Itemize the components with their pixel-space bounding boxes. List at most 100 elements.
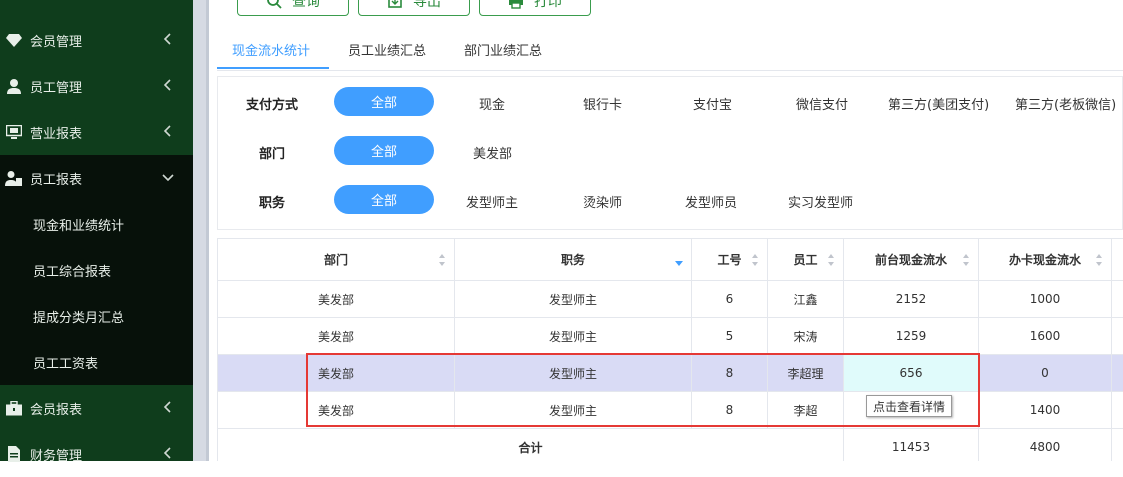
column-header-card-cash[interactable]: 办卡现金流水 xyxy=(979,239,1112,281)
sidebar-subitem-salary[interactable]: 员工工资表 xyxy=(0,339,193,385)
cell-overflow xyxy=(1112,355,1123,392)
sort-desc-icon[interactable] xyxy=(675,252,683,268)
filter-dept-all[interactable]: 全部 xyxy=(334,136,434,165)
tab-staff-performance[interactable]: 员工业绩汇总 xyxy=(348,38,426,70)
briefcase-icon xyxy=(4,399,24,417)
cell-dept: 美发部 xyxy=(218,281,455,318)
sort-icon[interactable] xyxy=(962,252,970,268)
sidebar: 会员管理 员工管理 营业报表 员工报表 现金和业绩统计 员工综合报表 提成分类月… xyxy=(0,0,193,464)
cash-flow-table: 部门 职务 工号 员工 前台现金流水 办卡现金流水 美发部 发型师主 6 江鑫 … xyxy=(217,238,1123,461)
sidebar-item-business-report[interactable]: 营业报表 xyxy=(0,109,193,155)
sidebar-item-member-management[interactable]: 会员管理 xyxy=(0,17,193,63)
cell-card-cash[interactable]: 0 xyxy=(979,355,1112,392)
tab-cash-flow[interactable]: 现金流水统计 xyxy=(232,38,310,70)
table-total-row: 合计 11453 4800 xyxy=(218,429,1123,461)
cell-dept: 美发部 xyxy=(218,355,455,392)
sidebar-subitem-commission-monthly[interactable]: 提成分类月汇总 xyxy=(0,293,193,339)
cell-staff-id: 6 xyxy=(692,281,768,318)
table-row[interactable]: 美发部 发型师主 5 宋涛 1259 1600 xyxy=(218,318,1123,355)
chevron-left-icon xyxy=(163,33,171,45)
filter-position-colorist[interactable]: 烫染师 xyxy=(583,192,622,211)
sidebar-item-staff-management[interactable]: 员工管理 xyxy=(0,63,193,109)
cell-total-front-cash: 11453 xyxy=(844,429,979,461)
filter-dept-hair[interactable]: 美发部 xyxy=(473,143,512,162)
view-detail-tooltip: 点击查看详情 xyxy=(866,395,953,417)
sidebar-item-label: 会员报表 xyxy=(30,402,83,418)
chevron-left-icon xyxy=(163,79,171,91)
column-header-staff[interactable]: 员工 xyxy=(768,239,844,281)
filter-payment-alipay[interactable]: 支付宝 xyxy=(693,94,732,113)
print-button[interactable]: 打印 xyxy=(479,0,591,16)
filter-payment-meituan[interactable]: 第三方(美团支付) xyxy=(888,94,989,113)
column-header-dept[interactable]: 部门 xyxy=(218,239,455,281)
filter-position-intern[interactable]: 实习发型师 xyxy=(788,192,853,211)
cell-front-cash[interactable]: 1259 xyxy=(844,318,979,355)
filter-payment-all[interactable]: 全部 xyxy=(334,87,434,116)
table-row[interactable]: 美发部 发型师主 6 江鑫 2152 1000 xyxy=(218,281,1123,318)
filter-label-dept: 部门 xyxy=(259,147,286,162)
table-row[interactable]: 美发部 发型师主 8 李超 1400 xyxy=(218,392,1123,429)
cell-card-cash[interactable]: 1400 xyxy=(979,392,1112,429)
sidebar-subitem-cash-performance[interactable]: 现金和业绩统计 xyxy=(0,201,193,247)
sort-icon[interactable] xyxy=(438,252,446,268)
printer-icon xyxy=(509,0,523,9)
sidebar-scroll-edge xyxy=(193,0,206,461)
report-tabs: 现金流水统计 员工业绩汇总 部门业绩汇总 xyxy=(217,38,1123,71)
cell-overflow xyxy=(1112,429,1123,461)
sidebar-item-finance-management[interactable]: 财务管理 xyxy=(0,431,193,477)
sidebar-item-staff-report[interactable]: 员工报表 xyxy=(0,155,193,201)
sort-icon[interactable] xyxy=(827,252,835,268)
cell-position: 发型师主 xyxy=(455,318,692,355)
person-icon xyxy=(4,77,24,95)
chevron-left-icon xyxy=(163,401,171,413)
cell-position: 发型师主 xyxy=(455,355,692,392)
filter-payment-wechat[interactable]: 微信支付 xyxy=(796,94,848,113)
cell-overflow xyxy=(1112,281,1123,318)
filter-payment-boss-wechat[interactable]: 第三方(老板微信) xyxy=(1015,94,1116,113)
column-header-staff-id[interactable]: 工号 xyxy=(692,239,768,281)
tab-dept-performance[interactable]: 部门业绩汇总 xyxy=(464,38,542,70)
cell-total-label: 合计 xyxy=(218,429,844,461)
filter-position-all[interactable]: 全部 xyxy=(334,185,434,214)
filter-panel: 支付方式 全部 现金 银行卡 支付宝 微信支付 第三方(美团支付) 第三方(老板… xyxy=(217,76,1123,230)
sidebar-subitem-staff-summary[interactable]: 员工综合报表 xyxy=(0,247,193,293)
filter-position-senior-stylist[interactable]: 发型师主 xyxy=(466,192,518,211)
export-button[interactable]: 导出 xyxy=(358,0,470,16)
cell-overflow xyxy=(1112,318,1123,355)
column-header-position[interactable]: 职务 xyxy=(455,239,692,281)
cell-front-cash-hovered[interactable]: 656 xyxy=(844,355,979,392)
cell-position: 发型师主 xyxy=(455,392,692,429)
cell-staff-id: 8 xyxy=(692,355,768,392)
sort-icon[interactable] xyxy=(1095,252,1103,268)
sidebar-item-label: 员工报表 xyxy=(30,172,83,188)
cell-dept: 美发部 xyxy=(218,392,455,429)
filter-label-payment: 支付方式 xyxy=(246,98,299,113)
cell-staff-id: 8 xyxy=(692,392,768,429)
sidebar-item-member-report[interactable]: 会员报表 xyxy=(0,385,193,431)
export-icon xyxy=(388,0,402,8)
diamond-icon xyxy=(4,31,24,49)
filter-label-position: 职务 xyxy=(259,196,286,211)
sidebar-item-label: 员工管理 xyxy=(30,80,83,96)
sort-icon[interactable] xyxy=(751,252,759,268)
cell-staff: 江鑫 xyxy=(768,281,844,318)
cell-staff: 李超理 xyxy=(768,355,844,392)
cell-staff-id: 5 xyxy=(692,318,768,355)
table-row-hovered[interactable]: 美发部 发型师主 8 李超理 656 0 xyxy=(218,355,1123,392)
column-header-overflow xyxy=(1112,239,1123,281)
filter-payment-cash[interactable]: 现金 xyxy=(479,94,505,113)
column-header-front-cash[interactable]: 前台现金流水 xyxy=(844,239,979,281)
filter-payment-bank-card[interactable]: 银行卡 xyxy=(583,94,622,113)
cell-card-cash[interactable]: 1600 xyxy=(979,318,1112,355)
cell-overflow xyxy=(1112,392,1123,429)
active-tab-indicator xyxy=(217,67,329,69)
cell-card-cash[interactable]: 1000 xyxy=(979,281,1112,318)
document-icon xyxy=(4,445,24,463)
sidebar-item-label: 营业报表 xyxy=(30,126,83,142)
filter-position-stylist[interactable]: 发型师员 xyxy=(685,192,737,211)
cell-staff: 李超 xyxy=(768,392,844,429)
query-button[interactable]: 查询 xyxy=(237,0,349,16)
cell-front-cash[interactable]: 2152 xyxy=(844,281,979,318)
chevron-left-icon xyxy=(163,447,171,459)
cell-total-card-cash: 4800 xyxy=(979,429,1112,461)
